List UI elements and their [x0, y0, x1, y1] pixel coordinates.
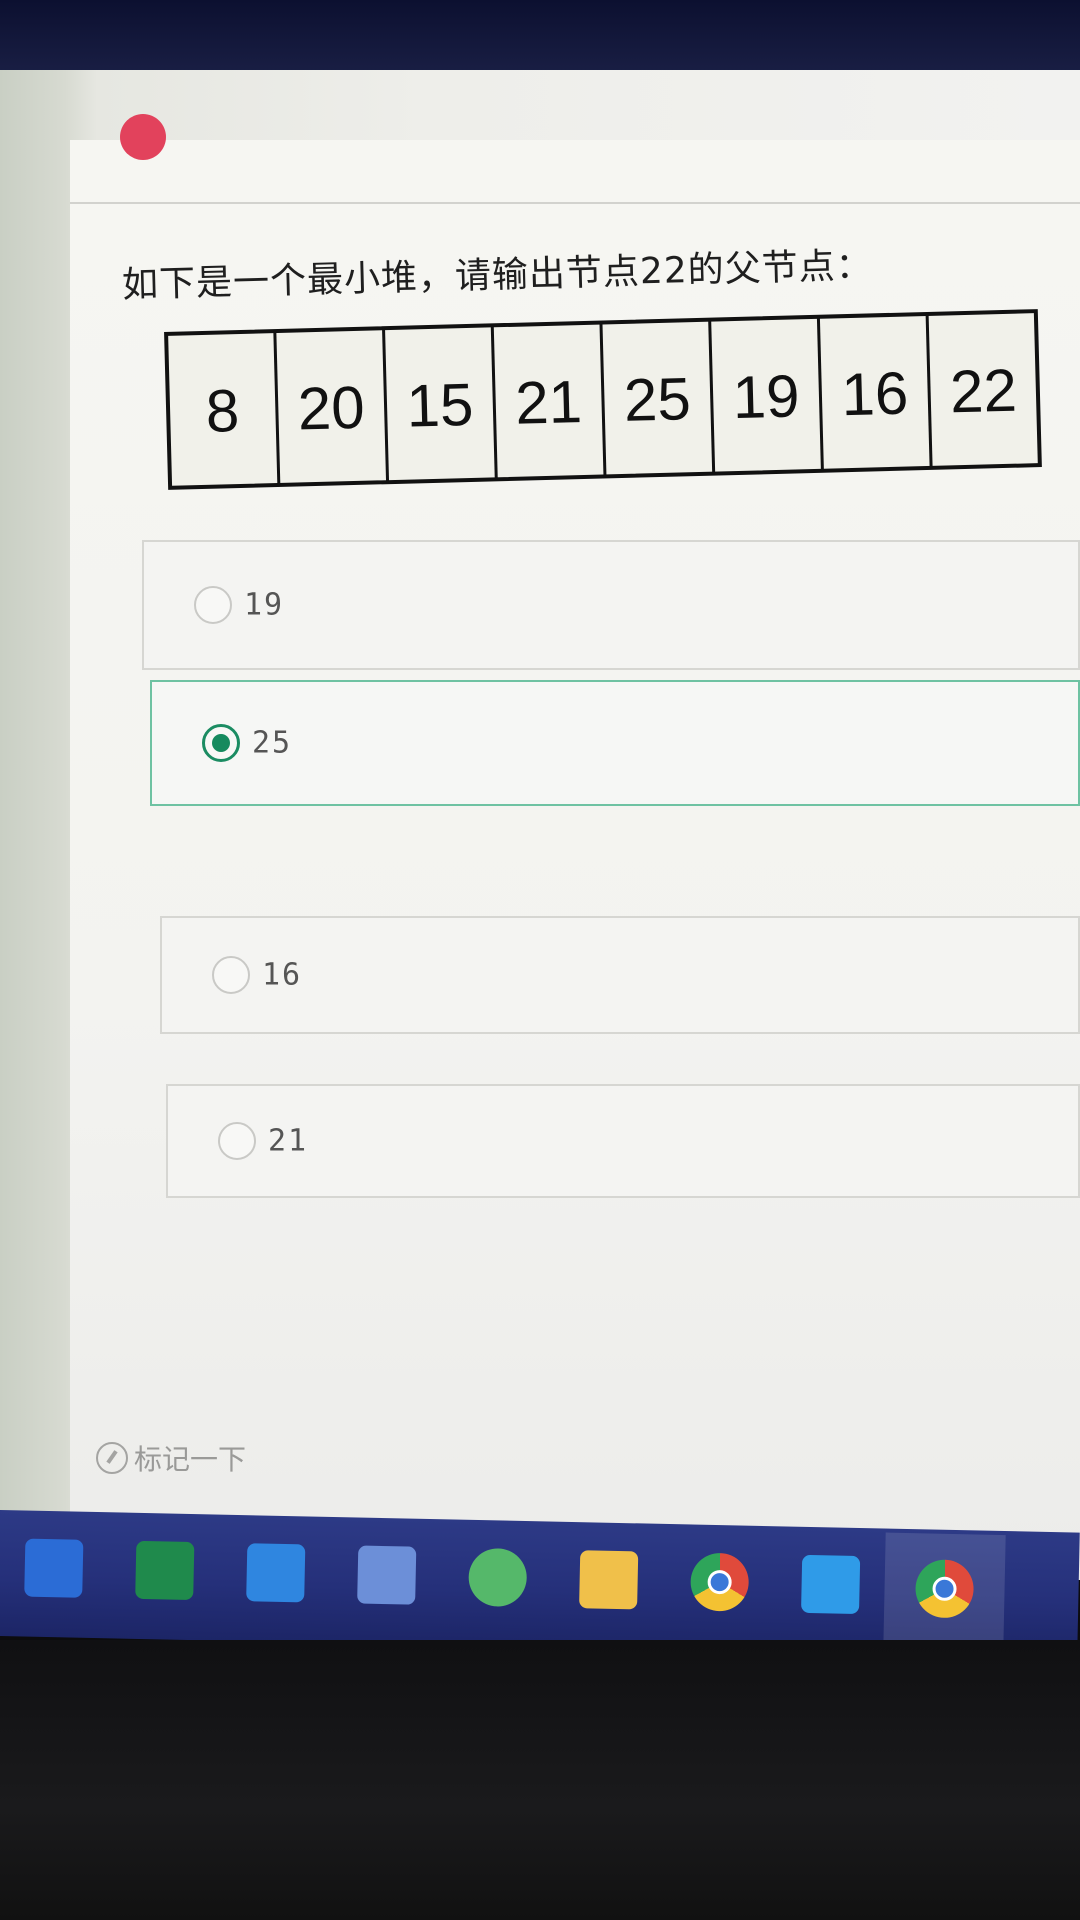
monitor-bezel [0, 1640, 1080, 1920]
option-label: 25 [252, 725, 293, 761]
windows-taskbar [0, 1510, 1080, 1659]
mark-icon [96, 1442, 128, 1474]
document-icon [357, 1545, 417, 1605]
chat-app-icon [468, 1547, 528, 1608]
option-label: 19 [244, 587, 285, 623]
taskbar-document-icon[interactable] [349, 1537, 425, 1613]
option-25[interactable]: 25 [150, 680, 1080, 806]
option-label: 16 [262, 957, 303, 993]
monitor-screen: 如下是一个最小堆，请输出节点22的父节点： 8 20 15 21 25 19 16 22 19… [0, 70, 1080, 1580]
heap-cell-value: 8 [205, 377, 240, 445]
taskbar-chrome-icon[interactable] [883, 1532, 1006, 1646]
word-icon [24, 1538, 84, 1598]
chrome-icon [914, 1559, 975, 1619]
taskbar-file-explorer-icon[interactable] [571, 1542, 647, 1618]
page-header [70, 114, 1080, 204]
file-explorer-icon [579, 1550, 639, 1610]
mark-label: 标记一下 [134, 1443, 247, 1476]
heap-cell-value: 20 [297, 374, 365, 443]
quiz-content: 如下是一个最小堆，请输出节点22的父节点： 8 20 15 21 25 19 16 22 [70, 114, 1080, 1580]
avatar [120, 114, 166, 160]
chrome-center-icon [932, 1576, 957, 1602]
heap-array-table: 8 20 15 21 25 19 16 22 [164, 309, 1042, 490]
option-19[interactable]: 19 [142, 540, 1080, 670]
heap-cell-value: 15 [406, 371, 474, 440]
browser-top-bar [0, 0, 1080, 78]
question-text: 如下是一个最小堆，请输出节点22的父节点： [121, 245, 874, 306]
option-label: 21 [268, 1123, 309, 1159]
heap-cell-value: 25 [623, 365, 691, 434]
option-16[interactable]: 16 [160, 916, 1080, 1034]
vscode-icon [801, 1554, 861, 1615]
photo-frame: 如下是一个最小堆，请输出节点22的父节点： 8 20 15 21 25 19 16 22 19… [0, 0, 1080, 1920]
radio-icon[interactable] [212, 956, 250, 994]
taskbar-chrome-icon[interactable] [682, 1544, 758, 1620]
chrome-center-icon [707, 1569, 732, 1595]
edge-icon [246, 1543, 306, 1603]
taskbar-chat-app-icon[interactable] [460, 1540, 536, 1616]
heap-array-figure: 8 20 15 21 25 19 16 22 [162, 307, 1044, 492]
option-21[interactable]: 21 [166, 1084, 1080, 1198]
radio-icon[interactable] [202, 724, 240, 762]
radio-icon[interactable] [194, 586, 232, 624]
radio-icon[interactable] [218, 1122, 256, 1160]
taskbar-word-icon[interactable] [16, 1530, 92, 1606]
taskbar-edge-icon[interactable] [238, 1535, 314, 1611]
excel-icon [135, 1540, 195, 1601]
mark-question-button[interactable]: 标记一下 [96, 1438, 246, 1478]
heap-cell-value: 22 [949, 357, 1017, 426]
heap-cell-value: 16 [841, 360, 909, 429]
taskbar-excel-icon[interactable] [127, 1533, 203, 1609]
taskbar-vscode-icon[interactable] [793, 1547, 869, 1623]
chrome-icon [690, 1552, 750, 1612]
heap-cell-value: 21 [514, 368, 582, 437]
heap-cell-value: 19 [732, 362, 800, 431]
